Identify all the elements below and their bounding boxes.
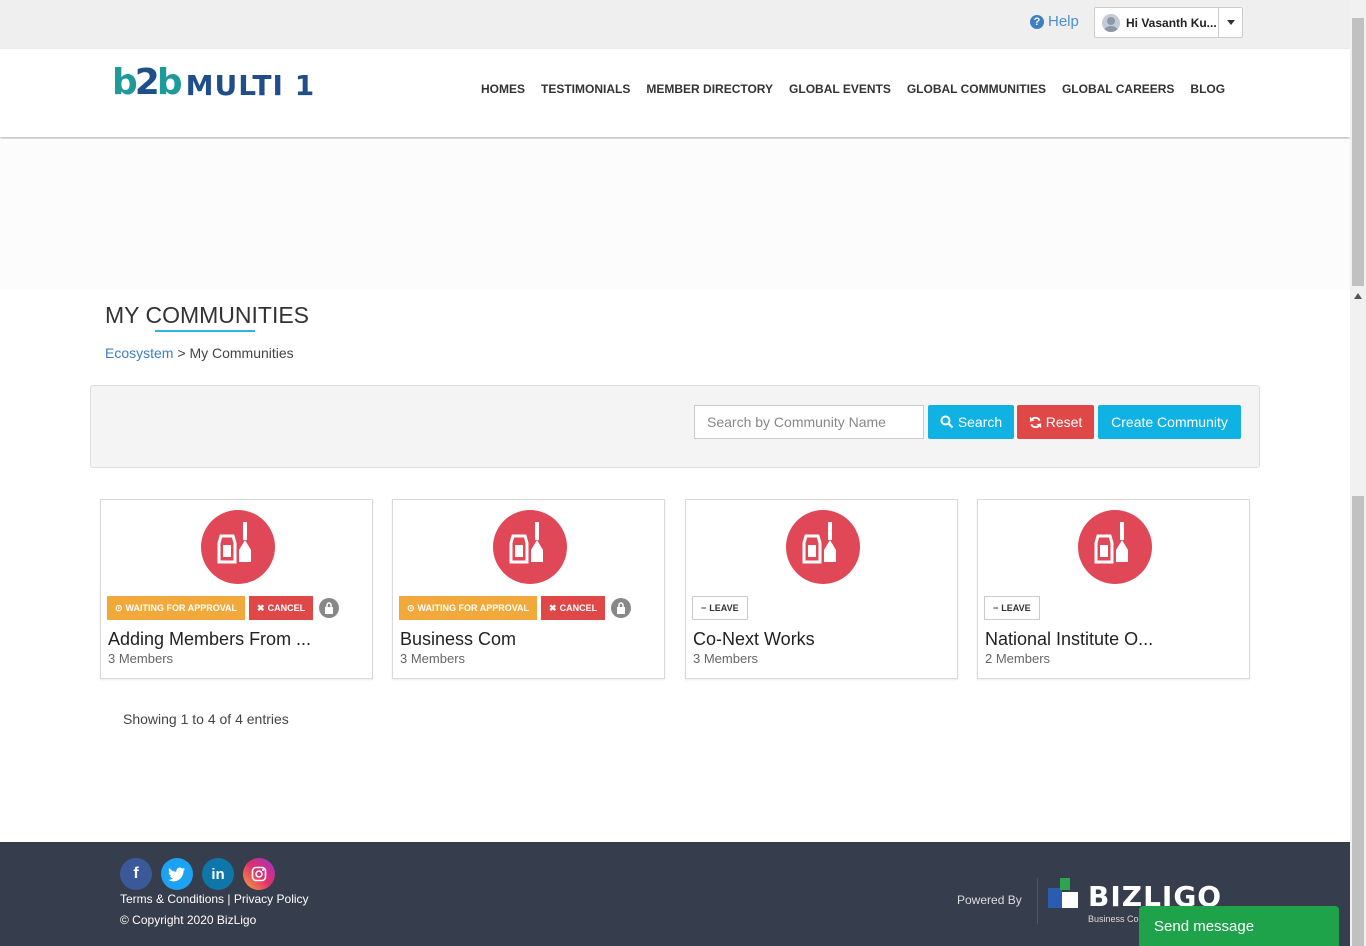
nav-item-global-communities[interactable]: GLOBAL COMMUNITIES: [899, 82, 1054, 96]
community-icon: [493, 510, 567, 584]
lock-icon: [319, 598, 340, 618]
help-icon: ?: [1030, 14, 1044, 29]
reset-button[interactable]: Reset: [1017, 405, 1094, 439]
filter-panel: Search Reset Create Community: [90, 385, 1260, 468]
community-card[interactable]: − LEAVE National Institute O... 2 Members: [977, 499, 1250, 679]
leave-button[interactable]: − LEAVE: [692, 596, 748, 620]
search-input[interactable]: [694, 405, 924, 439]
community-name[interactable]: Co-Next Works: [693, 629, 815, 650]
send-message-button[interactable]: Send message: [1139, 906, 1339, 946]
breadcrumb-current: My Communities: [189, 345, 294, 361]
help-link[interactable]: ? Help: [1030, 13, 1079, 30]
community-card[interactable]: ⊙ WAITING FOR APPROVAL ✖ CANCEL Adding Mem…: [100, 499, 373, 679]
community-icon: [1078, 510, 1152, 584]
help-label: Help: [1048, 13, 1079, 30]
page-scrollbar[interactable]: [1350, 0, 1366, 946]
banner-area: [0, 139, 1350, 289]
title-underline: [155, 330, 255, 332]
site-logo[interactable]: b2b MULTI 1: [112, 63, 315, 103]
community-icon: [786, 510, 860, 584]
linkedin-icon[interactable]: in: [202, 858, 234, 890]
logo-text: MULTI 1: [185, 69, 316, 102]
close-icon: ✖: [549, 602, 557, 613]
create-community-button[interactable]: Create Community: [1098, 405, 1241, 439]
minus-icon: −: [701, 603, 707, 613]
nav-item-blog[interactable]: BLOG: [1182, 82, 1233, 96]
cancel-button[interactable]: ✖ CANCEL: [249, 596, 314, 620]
copyright: © Copyright 2020 BizLigo: [120, 913, 257, 927]
refresh-icon: [1029, 416, 1041, 428]
user-avatar-icon: [1102, 13, 1120, 32]
member-count: 2 Members: [985, 651, 1051, 666]
nav-item-global-careers[interactable]: GLOBAL CAREERS: [1054, 82, 1182, 96]
breadcrumb-ecosystem[interactable]: Ecosystem: [105, 345, 173, 361]
community-name[interactable]: Business Com: [400, 629, 516, 650]
search-icon: [940, 415, 954, 429]
twitter-icon[interactable]: [161, 858, 193, 890]
facebook-icon[interactable]: f: [120, 858, 152, 890]
nav-item-member-directory[interactable]: MEMBER DIRECTORY: [638, 82, 781, 96]
nav-item-homes[interactable]: HOMES: [473, 82, 533, 96]
close-icon: ✖: [257, 602, 265, 613]
member-count: 3 Members: [400, 651, 466, 666]
cancel-button[interactable]: ✖ CANCEL: [541, 596, 606, 620]
instagram-icon[interactable]: [243, 858, 275, 890]
pagination-info: Showing 1 to 4 of 4 entries: [123, 711, 289, 727]
privacy-link[interactable]: Privacy Policy: [234, 892, 309, 906]
community-name[interactable]: National Institute O...: [985, 629, 1153, 650]
nav-item-global-events[interactable]: GLOBAL EVENTS: [781, 82, 899, 96]
breadcrumb: Ecosystem > My Communities: [105, 345, 294, 361]
terms-link[interactable]: Terms & Conditions: [120, 892, 224, 906]
footer-links: Terms & Conditions | Privacy Policy: [120, 892, 309, 906]
user-name: Hi Vasanth Ku...: [1126, 15, 1217, 30]
card-badges: ⊙ WAITING FOR APPROVAL ✖ CANCEL: [399, 596, 632, 620]
scrollbar-thumb[interactable]: [1352, 18, 1364, 286]
community-name[interactable]: Adding Members From ...: [108, 629, 311, 650]
clock-icon: ⊙: [115, 602, 123, 613]
nav-item-testimonials[interactable]: TESTIMONIALS: [533, 82, 638, 96]
search-button[interactable]: Search: [928, 405, 1014, 439]
leave-button[interactable]: − LEAVE: [984, 596, 1040, 620]
card-badges: ⊙ WAITING FOR APPROVAL ✖ CANCEL: [107, 596, 340, 620]
community-card[interactable]: − LEAVE Co-Next Works 3 Members: [685, 499, 958, 679]
user-menu[interactable]: Hi Vasanth Ku...: [1094, 7, 1243, 38]
scrollbar-track-lower[interactable]: [1352, 496, 1364, 946]
scroll-up-arrow[interactable]: [1354, 293, 1362, 299]
social-links: f in: [120, 858, 275, 890]
site-header: b2b MULTI 1 HOMES TESTIMONIALS MEMBER DI…: [0, 49, 1350, 137]
footer-divider: [1037, 878, 1038, 924]
top-utility-bar: ? Help Hi Vasanth Ku...: [0, 0, 1350, 49]
lock-icon: [611, 598, 632, 618]
logo-mark: b2b: [112, 62, 183, 103]
community-card[interactable]: ⊙ WAITING FOR APPROVAL ✖ CANCEL Business C…: [392, 499, 665, 679]
chevron-down-icon[interactable]: [1218, 8, 1242, 37]
community-icon: [201, 510, 275, 584]
minus-icon: −: [993, 603, 999, 613]
member-count: 3 Members: [693, 651, 759, 666]
bizligo-tagline: Business Co: [1088, 914, 1139, 924]
card-badges: − LEAVE: [984, 596, 1040, 620]
member-count: 3 Members: [108, 651, 174, 666]
status-badge: ⊙ WAITING FOR APPROVAL: [107, 596, 246, 620]
status-badge: ⊙ WAITING FOR APPROVAL: [399, 596, 538, 620]
powered-by-label: Powered By: [957, 893, 1022, 907]
main-nav: HOMES TESTIMONIALS MEMBER DIRECTORY GLOB…: [473, 82, 1233, 96]
clock-icon: ⊙: [407, 602, 415, 613]
card-badges: − LEAVE: [692, 596, 748, 620]
bizligo-mark: [1048, 878, 1078, 908]
page-title: MY COMMUNITIES: [105, 302, 310, 328]
